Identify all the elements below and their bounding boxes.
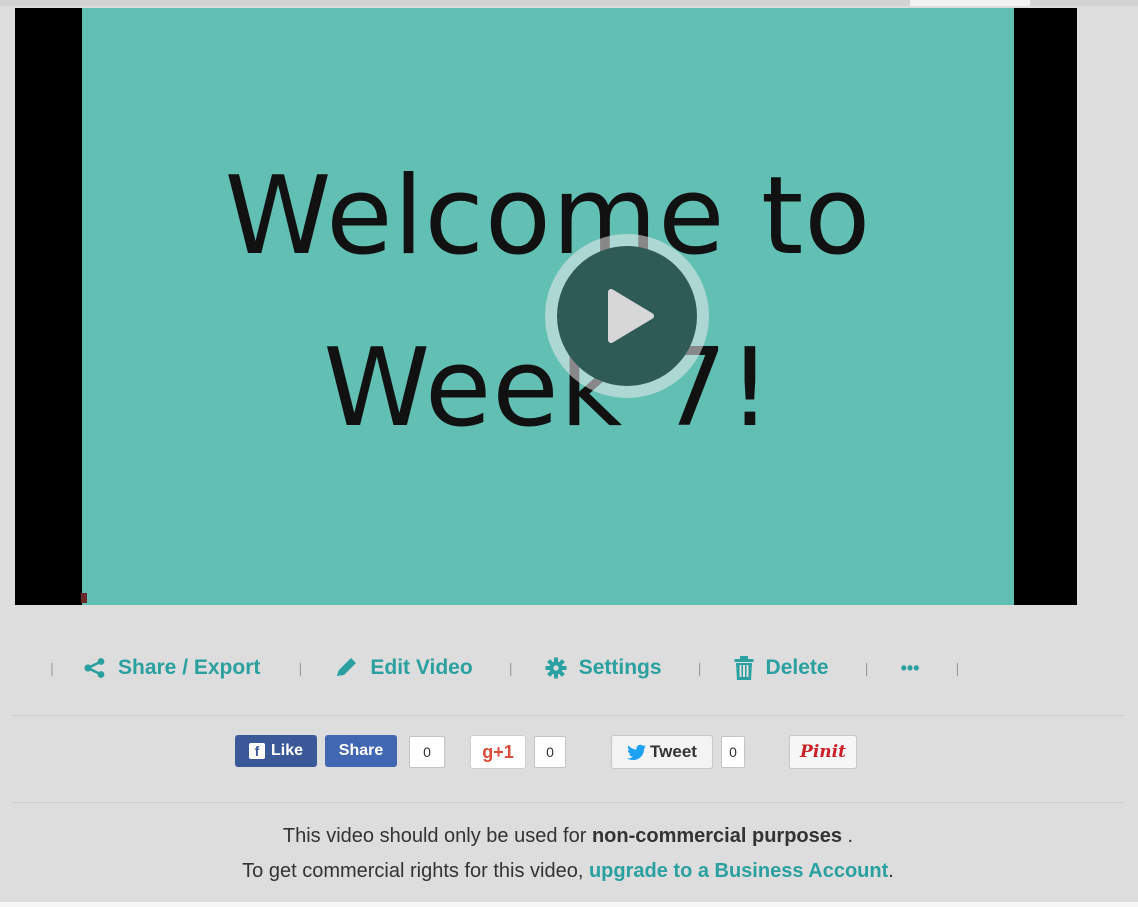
notice-line2-prefix: To get commercial rights for this video, (242, 860, 589, 882)
separator: | (697, 660, 702, 676)
top-tab (910, 0, 1030, 6)
facebook-icon: f (248, 743, 265, 759)
divider-top (10, 715, 1126, 716)
facebook-share-count: 0 (409, 736, 445, 768)
share-export-button[interactable]: Share / Export (84, 656, 260, 680)
settings-label: Settings (578, 656, 662, 679)
separator: | (864, 660, 869, 676)
page-bottom-edge (0, 902, 1138, 907)
separator: | (508, 660, 513, 676)
share-icon (84, 658, 105, 678)
delete-button[interactable]: Delete (734, 656, 829, 680)
video-player[interactable]: Welcome to Week 7! (15, 8, 1077, 605)
upgrade-business-link[interactable]: upgrade to a Business Account (589, 860, 888, 882)
play-icon (557, 246, 697, 386)
facebook-share-label: Share (338, 742, 384, 759)
edit-video-label: Edit Video (370, 656, 473, 679)
divider-bottom (10, 802, 1126, 803)
more-button[interactable]: ••• (901, 658, 920, 679)
google-plus-count: 0 (534, 736, 566, 768)
notice-line2-suffix: . (888, 860, 894, 882)
tweet-count: 0 (721, 736, 745, 768)
pinit-label: Pinit (800, 742, 846, 762)
settings-button[interactable]: Settings (545, 656, 662, 680)
tweet-label: Tweet (650, 742, 697, 761)
notice-non-commercial: non-commercial purposes (591, 825, 842, 847)
facebook-like-button[interactable]: f Like (235, 735, 317, 767)
more-icon: ••• (900, 657, 920, 678)
pencil-icon (337, 658, 357, 676)
video-actions-bar: | Share / Export | Edit Video | Settings… (10, 638, 1126, 698)
pinterest-pin-button[interactable]: Pinit (789, 735, 857, 769)
video-slide: Welcome to Week 7! (82, 8, 1014, 605)
player-marker (81, 593, 87, 603)
play-button[interactable] (545, 234, 709, 398)
twitter-bird-icon (627, 744, 647, 760)
google-plus-button[interactable]: g+1 (470, 735, 526, 769)
slide-title-line-1: Welcome to (224, 154, 872, 279)
share-export-label: Share / Export (118, 656, 261, 679)
trash-icon (734, 656, 754, 680)
notice-line1-suffix: . (842, 825, 854, 847)
upgrade-notice: To get commercial rights for this video,… (10, 860, 1126, 883)
separator: | (298, 660, 303, 676)
facebook-like-label: Like (270, 742, 303, 759)
tweet-button[interactable]: Tweet (611, 735, 713, 769)
slide-title-line-2: Week 7! (323, 326, 773, 451)
facebook-share-button[interactable]: Share (325, 735, 397, 767)
gear-icon (545, 657, 567, 679)
separator: | (955, 660, 960, 676)
usage-notice: This video should only be used for non-c… (10, 825, 1126, 848)
google-plus-label: g+1 (482, 741, 514, 762)
delete-label: Delete (765, 656, 829, 679)
separator: | (50, 660, 54, 676)
notice-line1-prefix: This video should only be used for (282, 825, 592, 847)
edit-video-button[interactable]: Edit Video (334, 656, 473, 680)
